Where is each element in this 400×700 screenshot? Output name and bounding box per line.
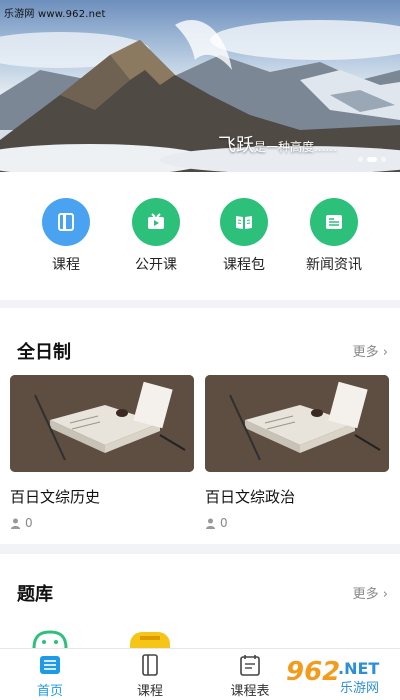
section-header-question-bank: 题库 更多 › (0, 572, 400, 612)
carousel-dot (358, 157, 363, 162)
tab-course[interactable]: 课程 (110, 653, 190, 699)
quick-entry-course-package[interactable]: 课程包 (199, 198, 289, 274)
quick-entry-news[interactable]: 新闻资讯 (289, 198, 379, 274)
carousel-dot (381, 157, 386, 162)
video-icon (132, 198, 180, 246)
tab-label: 课程表 (230, 684, 270, 699)
student-count: 0 (10, 516, 194, 530)
section-header-full-time: 全日制 更多 › (0, 330, 400, 370)
quick-entry-grid: 课程 公开课 课程包 新闻资讯 (0, 172, 400, 300)
quick-entry-label: 公开课 (135, 257, 177, 273)
course-thumbnail (205, 375, 389, 472)
student-count-value: 0 (25, 516, 33, 530)
question-bank-icon-partial[interactable] (128, 628, 172, 648)
course-thumbnail (10, 375, 194, 472)
book-icon (42, 198, 90, 246)
watermark-number: 962 (286, 657, 340, 687)
banner-caption: 飞跃是一种高度...... (218, 131, 337, 157)
banner-carousel[interactable]: 飞跃是一种高度...... (0, 0, 400, 172)
section-divider (0, 544, 400, 554)
more-link[interactable]: 更多 › (353, 341, 388, 360)
schedule-icon (238, 653, 262, 677)
banner-mountain-image (0, 0, 400, 172)
student-count-value: 0 (220, 516, 228, 530)
course-title: 百日文综历史 (10, 488, 101, 506)
watermark-logo: 962 .NET 乐游网 (284, 652, 394, 698)
course-card[interactable]: 百日文综政治 0 (205, 375, 389, 530)
person-icon (206, 518, 215, 529)
home-list-icon (38, 653, 62, 677)
carousel-indicator (358, 157, 386, 162)
section-title: 全日制 (17, 342, 71, 363)
course-title: 百日文综政治 (205, 488, 296, 506)
banner-caption-rest: 是一种高度...... (254, 140, 337, 154)
person-icon (11, 518, 20, 529)
book-icon (138, 653, 162, 677)
watermark-suffix: .NET (338, 659, 379, 678)
banner-caption-main: 飞跃 (218, 135, 254, 156)
tab-label: 课程 (136, 684, 163, 699)
quick-entry-label: 课程包 (223, 257, 265, 273)
watermark-text: 乐游网 www.962.net (4, 9, 106, 20)
quick-entry-course[interactable]: 课程 (21, 198, 111, 274)
student-count: 0 (205, 516, 389, 530)
quick-entry-label: 课程 (52, 257, 80, 273)
section-title: 题库 (17, 584, 53, 605)
course-card[interactable]: 百日文综历史 0 (10, 375, 194, 530)
tab-home[interactable]: 首页 (10, 653, 90, 699)
more-link[interactable]: 更多 › (353, 583, 388, 602)
question-bank-icon-partial[interactable] (28, 628, 72, 648)
quick-entry-label: 新闻资讯 (306, 257, 362, 273)
quick-entry-open-course[interactable]: 公开课 (111, 198, 201, 274)
tab-label: 首页 (36, 684, 63, 699)
open-book-icon (220, 198, 268, 246)
tab-schedule[interactable]: 课程表 (210, 653, 290, 699)
news-icon (310, 198, 358, 246)
section-divider (0, 300, 400, 308)
carousel-dot-active (367, 157, 377, 162)
watermark-cn: 乐游网 (340, 681, 379, 696)
